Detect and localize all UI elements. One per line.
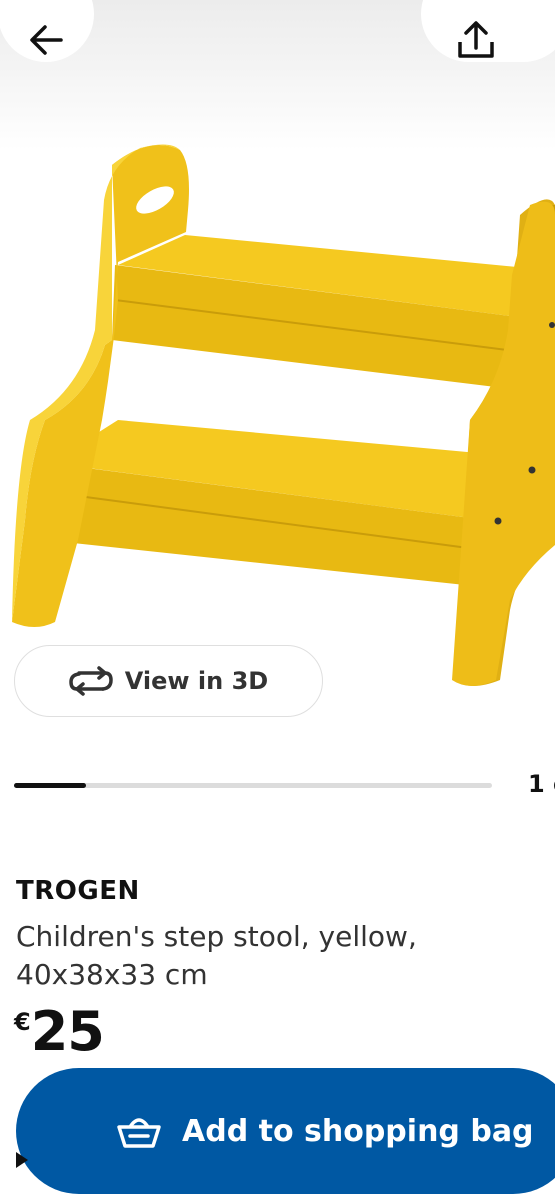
- gallery-progress-track: [14, 783, 492, 788]
- share-upload-icon: [458, 21, 494, 58]
- product-name: TROGEN: [16, 876, 140, 906]
- share-button[interactable]: [421, 0, 555, 62]
- gallery-counter: 1 o: [528, 770, 555, 798]
- product-image-carousel[interactable]: View in 3D: [0, 0, 555, 740]
- view-in-3d-label: View in 3D: [124, 667, 269, 695]
- add-to-shopping-bag-button[interactable]: Add to shopping bag: [16, 1068, 555, 1194]
- shopping-bag-icon: [117, 1118, 161, 1148]
- add-to-shopping-bag-label: Add to shopping bag: [182, 1113, 534, 1149]
- product-price: € 25: [14, 1000, 105, 1064]
- price-currency: €: [14, 1008, 31, 1036]
- product-description: Children's step stool, yellow, 40x38x33 …: [16, 920, 417, 991]
- product-image: [12, 144, 555, 686]
- view-in-3d-button[interactable]: View in 3D: [14, 645, 323, 717]
- gallery-progress-fill: [14, 783, 86, 788]
- partially-hidden-icon: [16, 1152, 28, 1168]
- rotate-3d-icon: [68, 666, 113, 696]
- price-value: 25: [30, 1000, 105, 1063]
- arrow-left-icon: [30, 25, 63, 55]
